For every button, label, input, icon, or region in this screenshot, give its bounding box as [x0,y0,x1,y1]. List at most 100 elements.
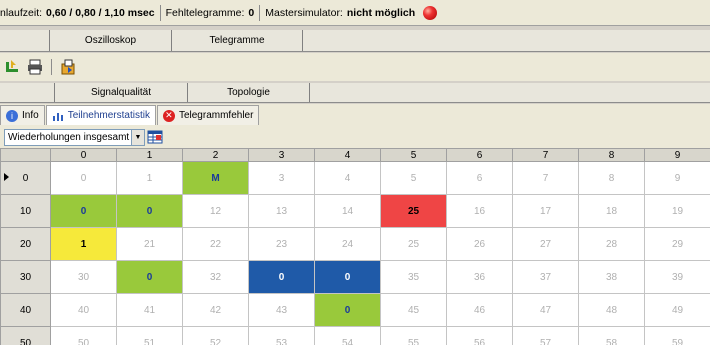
participant-cell[interactable]: 43 [248,293,315,327]
participant-cell[interactable]: 57 [512,326,579,345]
table-row[interactable]: 30 30 0 32 0 0 35 36 37 38 39 [0,260,710,294]
column-header[interactable]: 1 [116,148,183,162]
row-header[interactable]: 0 [0,161,51,195]
participant-cell[interactable]: 14 [314,194,381,228]
participant-cell[interactable]: 45 [380,293,447,327]
participant-cell[interactable]: 36 [446,260,513,294]
chevron-down-icon[interactable]: ▼ [132,128,145,146]
participant-cell[interactable]: 28 [578,227,645,261]
participant-cell[interactable]: 55 [380,326,447,345]
participant-cell[interactable]: 50 [50,326,117,345]
participant-cell[interactable]: 48 [578,293,645,327]
row-header[interactable]: 30 [0,260,51,294]
tab-signalqualitaet[interactable]: Signalqualität [55,83,188,102]
table-row[interactable]: 50 50 51 52 53 54 55 56 57 58 59 [0,326,710,345]
participant-cell[interactable]: 56 [446,326,513,345]
participant-cell[interactable]: 4 [314,161,381,195]
table-row[interactable]: 10 0 0 12 13 14 25 16 17 18 19 [0,194,710,228]
tab-info[interactable]: i Info [0,105,45,125]
column-header[interactable]: 5 [380,148,447,162]
column-header[interactable]: 6 [446,148,513,162]
row-header[interactable]: 50 [0,326,51,345]
table-row[interactable]: 001M3456789 [0,161,710,195]
tab-oszilloskop[interactable]: Oszilloskop [50,30,172,51]
participant-cell[interactable]: 12 [182,194,249,228]
table-row[interactable]: 20 1 21 22 23 24 25 26 27 28 29 [0,227,710,261]
participant-cell[interactable]: 0 [50,194,117,228]
tab-telegrammfehler[interactable]: ✕ Telegrammfehler [156,105,260,125]
row-header[interactable]: 10 [0,194,51,228]
column-header[interactable]: 8 [578,148,645,162]
row-header-label: 10 [19,205,32,217]
participant-cell[interactable]: 35 [380,260,447,294]
participant-cell[interactable]: 38 [578,260,645,294]
row-header[interactable]: 20 [0,227,51,261]
participant-cell[interactable]: 32 [182,260,249,294]
participant-cell[interactable]: 0 [248,260,315,294]
participant-cell[interactable]: 0 [116,194,183,228]
participant-cell[interactable]: 24 [314,227,381,261]
participant-cell[interactable]: 39 [644,260,710,294]
toolbar-separator [51,59,52,75]
participant-cell[interactable]: 13 [248,194,315,228]
table-row[interactable]: 40 40 41 42 43 0 45 46 47 48 49 [0,293,710,327]
statistics-tab-row: i Info Teilnehmerstatistik ✕ Telegrammfe… [0,104,710,126]
participant-cell[interactable]: 21 [116,227,183,261]
row-header-label: 40 [19,304,32,316]
participant-cell[interactable]: 47 [512,293,579,327]
participant-cell[interactable]: 19 [644,194,710,228]
participant-cell[interactable]: 42 [182,293,249,327]
participant-cell[interactable]: 1 [116,161,183,195]
participant-cell[interactable]: 17 [512,194,579,228]
column-header[interactable]: 4 [314,148,381,162]
print-icon[interactable] [24,56,46,78]
participant-cell[interactable]: 29 [644,227,710,261]
participant-cell[interactable]: 5 [380,161,447,195]
master-simulator-label: Mastersimulator: [265,6,343,19]
participant-cell[interactable]: 22 [182,227,249,261]
participant-cell[interactable]: 37 [512,260,579,294]
participant-cell[interactable]: 30 [50,260,117,294]
participant-cell[interactable]: 25 [380,194,447,228]
participant-cell[interactable]: 0 [314,260,381,294]
participant-cell[interactable]: 18 [578,194,645,228]
column-header[interactable]: 0 [50,148,117,162]
participant-cell[interactable]: 1 [50,227,117,261]
participant-cell[interactable]: M [182,161,249,195]
statistic-select[interactable]: Wiederholungen insgesamt [4,128,132,146]
participant-cell[interactable]: 52 [182,326,249,345]
row-header[interactable]: 40 [0,293,51,327]
participant-cell[interactable]: 49 [644,293,710,327]
participant-cell[interactable]: 16 [446,194,513,228]
participant-cell[interactable]: 41 [116,293,183,327]
participant-cell[interactable]: 54 [314,326,381,345]
participant-cell[interactable]: 51 [116,326,183,345]
tab-topologie[interactable]: Topologie [188,83,310,102]
participant-cell[interactable]: 9 [644,161,710,195]
participant-cell[interactable]: 59 [644,326,710,345]
export-icon[interactable] [57,56,79,78]
participant-cell[interactable]: 46 [446,293,513,327]
participant-cell[interactable]: 6 [446,161,513,195]
participant-cell[interactable]: 25 [380,227,447,261]
participant-cell[interactable]: 3 [248,161,315,195]
participant-cell[interactable]: 0 [314,293,381,327]
participant-cell[interactable]: 53 [248,326,315,345]
table-settings-icon[interactable] [145,126,165,148]
participant-cell[interactable]: 0 [116,260,183,294]
participant-cell[interactable]: 26 [446,227,513,261]
participant-cell[interactable]: 58 [578,326,645,345]
column-header[interactable]: 3 [248,148,315,162]
column-header[interactable]: 7 [512,148,579,162]
tab-telegramme[interactable]: Telegramme [172,30,303,51]
participant-cell[interactable]: 7 [512,161,579,195]
participant-cell[interactable]: 40 [50,293,117,327]
participant-cell[interactable]: 23 [248,227,315,261]
column-header[interactable]: 2 [182,148,249,162]
tab-teilnehmerstatistik[interactable]: Teilnehmerstatistik [45,105,156,125]
participant-cell[interactable]: 0 [50,161,117,195]
participant-cell[interactable]: 8 [578,161,645,195]
column-header[interactable]: 9 [644,148,710,162]
participant-cell[interactable]: 27 [512,227,579,261]
cursor-icon[interactable] [2,56,24,78]
